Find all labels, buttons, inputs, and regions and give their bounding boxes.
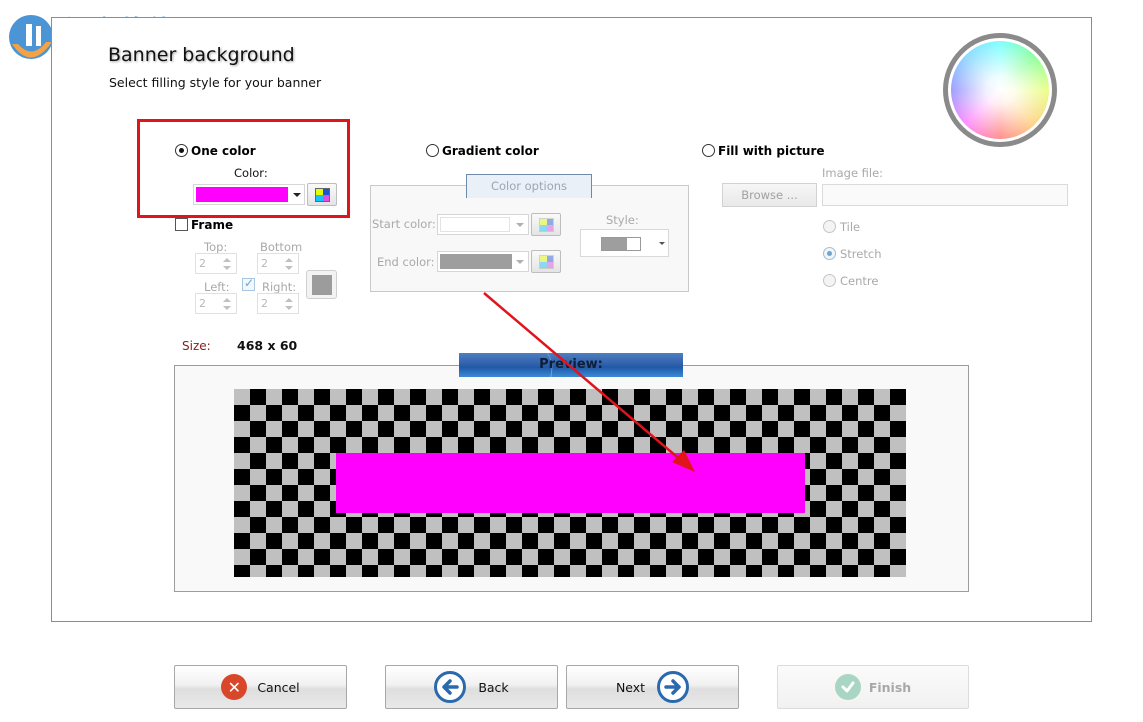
chevron-down-icon	[516, 260, 524, 264]
stretch-label: Stretch	[840, 246, 882, 261]
next-button[interactable]: Next	[566, 665, 739, 709]
arrow-left-icon	[434, 671, 467, 703]
gradient-style-dropdown[interactable]	[580, 229, 669, 257]
centre-label: Centre	[840, 273, 879, 288]
frame-top-label: Top:	[204, 240, 228, 254]
page-title: Banner background	[108, 44, 295, 66]
frame-top-spinner[interactable]: 2	[195, 253, 237, 274]
next-label: Next	[615, 679, 646, 695]
frame-right-spinner[interactable]: 2	[257, 293, 299, 314]
preview-header: Preview:	[459, 353, 683, 377]
back-button[interactable]: Back	[385, 665, 558, 709]
centre-radio[interactable]	[823, 274, 836, 287]
frame-bottom-spinner[interactable]: 2	[257, 253, 299, 274]
stretch-radio[interactable]	[823, 247, 836, 260]
chevron-down-icon	[516, 223, 524, 227]
image-file-label: Image file:	[822, 166, 884, 180]
finish-label: Finish	[868, 679, 912, 695]
fill-picture-label: Fill with picture	[718, 143, 825, 158]
color-wheel-icon	[943, 33, 1057, 147]
back-label: Back	[478, 679, 509, 695]
gradient-color-option[interactable]: Gradient color	[426, 143, 539, 158]
checkmark-icon	[834, 674, 861, 700]
tile-radio[interactable]	[823, 220, 836, 233]
frame-option[interactable]: Frame	[175, 217, 233, 232]
gradient-style-swatch	[601, 237, 641, 251]
end-color-picker-button[interactable]	[531, 250, 561, 273]
start-color-swatch	[440, 217, 510, 232]
browse-button[interactable]: Browse ...	[722, 183, 817, 207]
palette-icon	[539, 255, 554, 269]
tile-option[interactable]: Tile	[823, 219, 860, 234]
cancel-button[interactable]: ✕ Cancel	[174, 665, 347, 709]
fill-picture-radio[interactable]	[702, 144, 715, 157]
chevron-down-icon	[659, 242, 665, 245]
gradient-color-radio[interactable]	[426, 144, 439, 157]
arrow-right-icon	[657, 671, 690, 703]
end-color-label: End color:	[377, 255, 435, 269]
gradient-color-label: Gradient color	[442, 143, 539, 158]
frame-right-label: Right:	[262, 280, 297, 294]
frame-left-spinner[interactable]: 2	[195, 293, 237, 314]
frame-bottom-label: Bottom	[260, 240, 303, 254]
image-file-input[interactable]	[822, 184, 1068, 206]
style-label: Style:	[606, 213, 639, 227]
stretch-option[interactable]: Stretch	[823, 246, 881, 261]
frame-color-swatch	[312, 275, 332, 295]
centre-option[interactable]: Centre	[823, 273, 878, 288]
start-color-label: Start color:	[372, 217, 436, 231]
frame-link-checkbox[interactable]	[242, 276, 255, 291]
end-color-swatch	[440, 254, 512, 269]
annotation-highlight-box	[137, 119, 350, 218]
cancel-icon: ✕	[221, 674, 248, 700]
cancel-label: Cancel	[257, 679, 300, 695]
start-color-picker-button[interactable]	[531, 213, 561, 236]
size-value: 468 x 60	[237, 338, 298, 353]
palette-icon	[539, 218, 554, 232]
finish-button[interactable]: Finish	[777, 665, 969, 709]
color-options-title: Color options	[466, 174, 592, 198]
frame-checkbox[interactable]	[175, 218, 188, 231]
preview-title: Preview:	[539, 357, 603, 372]
page-subtitle: Select filling style for your banner	[109, 75, 322, 90]
start-color-dropdown[interactable]	[437, 214, 529, 235]
size-label: Size:	[182, 339, 211, 353]
fill-picture-option[interactable]: Fill with picture	[702, 143, 825, 158]
frame-color-button[interactable]	[306, 270, 337, 299]
frame-left-label: Left:	[204, 280, 230, 294]
banner-preview	[336, 453, 805, 513]
tile-label: Tile	[840, 219, 861, 234]
end-color-dropdown[interactable]	[437, 251, 529, 272]
frame-label: Frame	[191, 217, 234, 232]
